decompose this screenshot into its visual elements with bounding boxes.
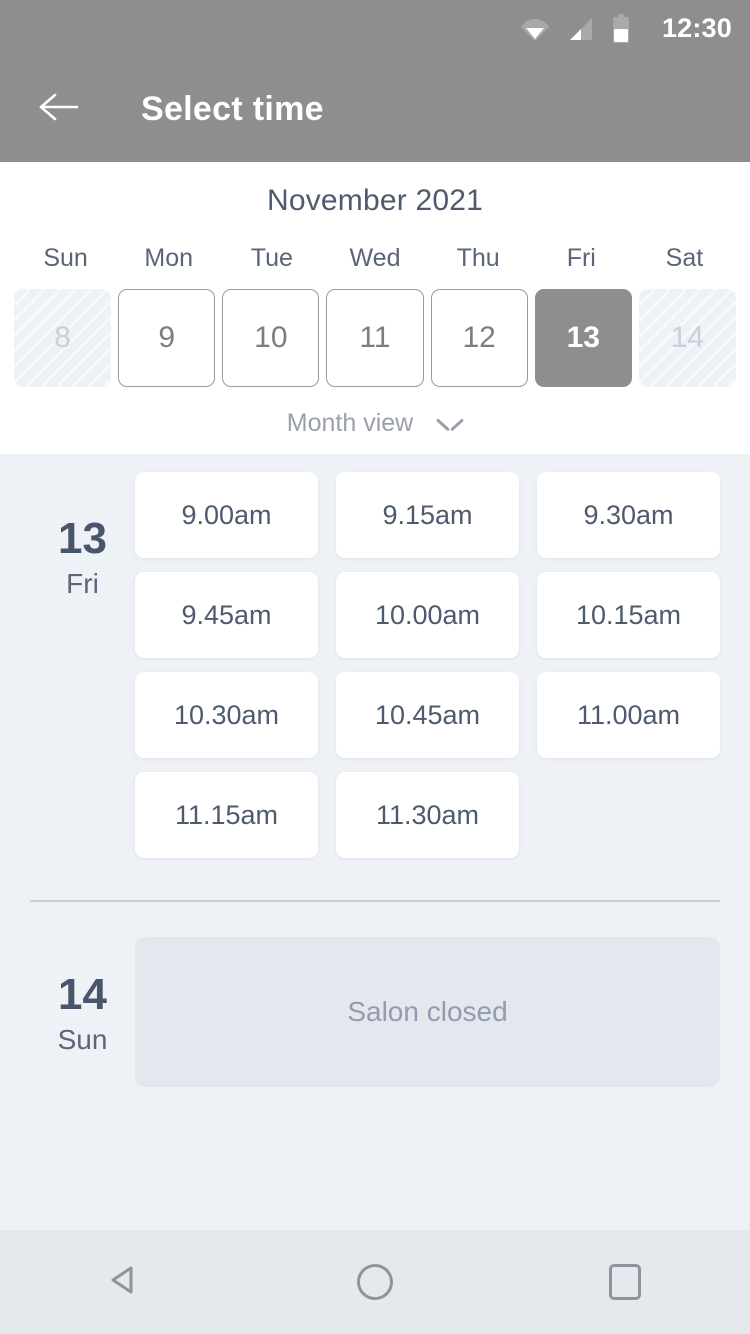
time-slot[interactable]: 11.00am [537, 672, 720, 758]
nav-back-triangle-icon [105, 1260, 145, 1305]
wifi-icon [520, 16, 550, 42]
schedule-day-14: 14 Sun Salon closed [0, 902, 750, 1087]
time-slot[interactable]: 10.30am [135, 672, 318, 758]
time-slot[interactable]: 9.30am [537, 472, 720, 558]
schedule-area: 13 Fri 9.00am 9.15am 9.30am 9.45am 10.00… [0, 454, 750, 1230]
calendar-day-of-week-row: Sun Mon Tue Wed Thu Fri Sat [0, 244, 750, 273]
battery-icon [612, 13, 630, 44]
time-slot-grid: 9.00am 9.15am 9.30am 9.45am 10.00am 10.1… [135, 454, 720, 858]
nav-recents-square-icon [609, 1264, 641, 1300]
calendar-day-8: 8 [14, 289, 112, 387]
dow-header: Sat [665, 244, 704, 272]
dow-header: Wed [349, 244, 401, 272]
month-view-label: Month view [286, 409, 414, 437]
app-screen: 12:30 Select time November 2021 Sun Mon … [0, 0, 750, 1334]
nav-back-button[interactable] [80, 1247, 170, 1317]
app-bar: Select time [0, 57, 750, 162]
calendar-days-row: 8 9 10 11 12 13 14 [0, 289, 750, 387]
time-slot[interactable]: 9.00am [135, 472, 318, 558]
calendar-panel: November 2021 Sun Mon Tue Wed Thu Fri Sa… [0, 162, 750, 454]
schedule-day-label-13: 13 Fri [30, 454, 135, 858]
dow-header: Sun [43, 244, 88, 272]
dow-header: Mon [144, 244, 194, 272]
time-slot[interactable]: 10.45am [336, 672, 519, 758]
dow-header: Tue [250, 244, 293, 272]
schedule-day-13: 13 Fri 9.00am 9.15am 9.30am 9.45am 10.00… [0, 454, 750, 858]
calendar-day-11[interactable]: 11 [326, 289, 424, 387]
time-slot[interactable]: 11.30am [336, 772, 519, 858]
calendar-day-12[interactable]: 12 [430, 289, 528, 387]
status-bar-clock: 12:30 [661, 13, 732, 43]
dow-header: Thu [456, 244, 500, 272]
time-slot[interactable]: 10.15am [537, 572, 720, 658]
arrow-left-icon [37, 91, 81, 128]
time-slot[interactable]: 9.15am [336, 472, 519, 558]
nav-home-circle-icon [357, 1264, 393, 1300]
schedule-day-number: 14 [58, 970, 107, 1019]
status-bar: 12:30 [0, 0, 750, 57]
schedule-day-number: 13 [58, 514, 107, 563]
nav-recents-button[interactable] [580, 1247, 670, 1317]
time-slot[interactable]: 10.00am [336, 572, 519, 658]
calendar-day-10[interactable]: 10 [222, 289, 320, 387]
dow-header: Fri [566, 244, 596, 272]
calendar-day-9[interactable]: 9 [118, 289, 216, 387]
salon-closed-block: Salon closed [135, 937, 720, 1087]
month-view-toggle[interactable]: Month view [0, 409, 750, 438]
calendar-month-title: November 2021 [266, 184, 484, 217]
status-bar-icons: 12:30 [520, 13, 732, 44]
page-title: Select time [141, 90, 324, 128]
calendar-day-14: 14 [638, 289, 736, 387]
time-slot[interactable]: 9.45am [135, 572, 318, 658]
android-nav-bar [0, 1230, 750, 1334]
back-button[interactable] [33, 84, 85, 136]
calendar-day-13[interactable]: 13 [534, 289, 632, 387]
chevron-down-icon [437, 416, 463, 432]
nav-home-button[interactable] [330, 1247, 420, 1317]
cellular-signal-icon [568, 16, 594, 42]
schedule-day-dow: Fri [66, 568, 99, 600]
schedule-day-label-14: 14 Sun [30, 902, 135, 1087]
time-slot[interactable]: 11.15am [135, 772, 318, 858]
schedule-day-dow: Sun [57, 1024, 108, 1056]
